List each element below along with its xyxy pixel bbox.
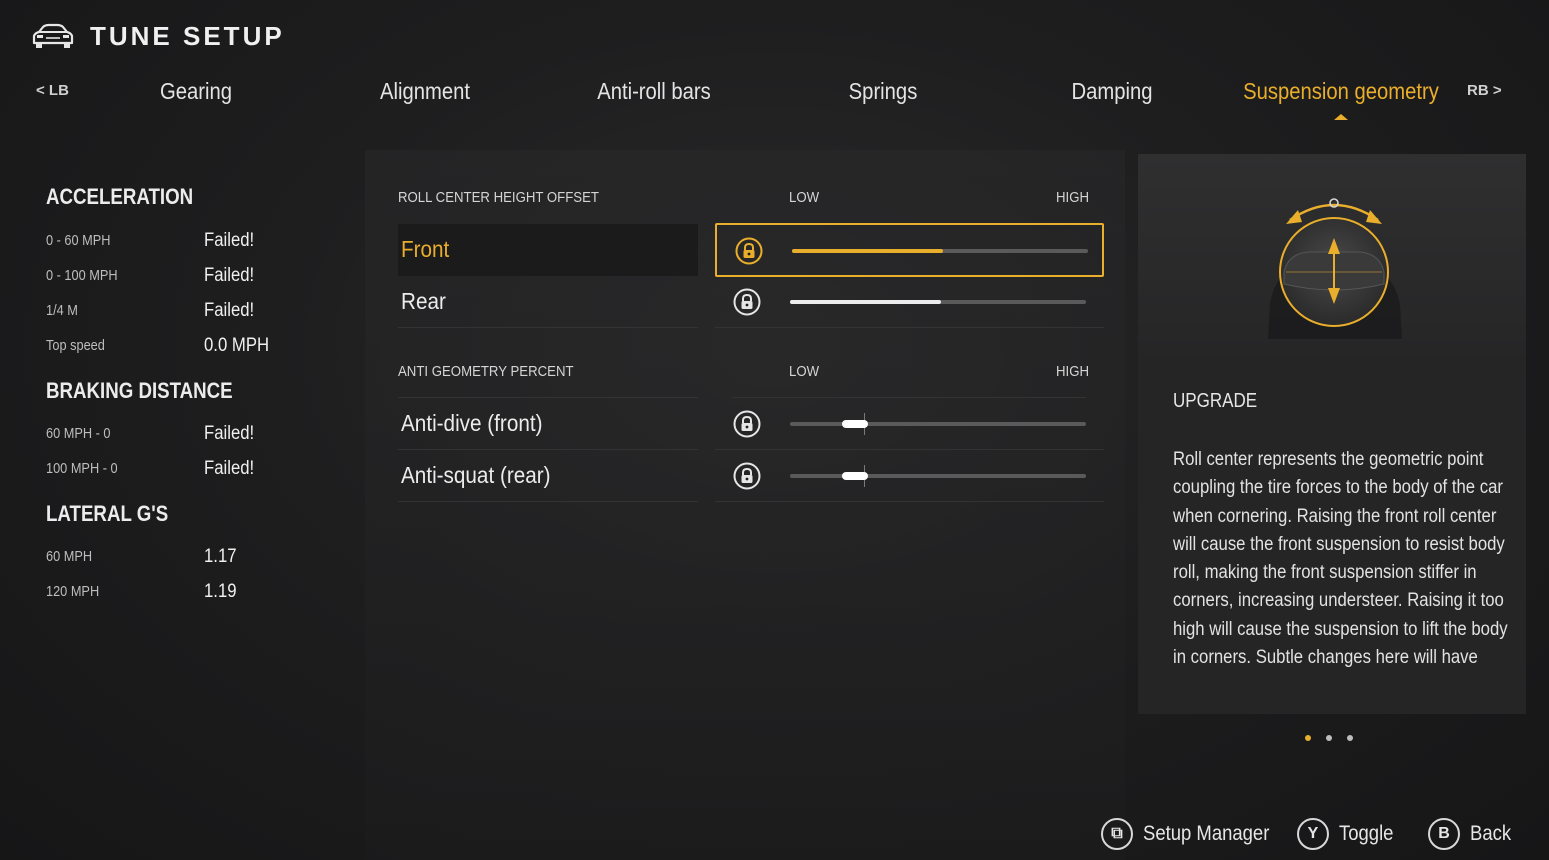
toggle-button[interactable]: Y Toggle <box>1297 817 1401 851</box>
tab-suspension-geometry[interactable]: Suspension geometry <box>1243 78 1439 105</box>
stat-value: Failed! <box>204 265 255 286</box>
stat-label: 0 - 100 MPH <box>46 267 118 284</box>
setup-manager-button[interactable]: ⧉ Setup Manager <box>1101 817 1287 851</box>
high-label: HIGH <box>1056 189 1089 206</box>
active-tab-indicator <box>1334 114 1348 120</box>
setting-name: Rear <box>401 288 446 314</box>
tab-damping[interactable]: Damping <box>1071 78 1152 105</box>
stat-label: 60 MPH - 0 <box>46 425 111 442</box>
page-dot[interactable] <box>1326 735 1332 741</box>
view-button-icon: ⧉ <box>1101 818 1133 850</box>
high-label: HIGH <box>1056 363 1089 380</box>
setting-name: Front <box>401 236 450 262</box>
slider-control[interactable] <box>715 223 1104 277</box>
slider-track[interactable] <box>790 413 1086 435</box>
setting-name: Anti-squat (rear) <box>401 462 551 488</box>
setting-row-rear[interactable]: Rear <box>398 276 1104 328</box>
button-label: Toggle <box>1339 822 1394 845</box>
tab-springs[interactable]: Springs <box>849 78 918 105</box>
slider-knob[interactable] <box>842 420 869 428</box>
info-description: Roll center represents the geometric poi… <box>1173 449 1508 669</box>
tab-anti-roll-bars[interactable]: Anti-roll bars <box>597 78 711 105</box>
tab-gearing[interactable]: Gearing <box>160 78 232 105</box>
slider-track[interactable] <box>790 465 1086 487</box>
stat-value: 1.17 <box>204 546 237 567</box>
page-dot[interactable] <box>1305 735 1311 741</box>
info-description-scroll[interactable]: Roll center represents the geometric poi… <box>1173 446 1513 682</box>
slider-control[interactable] <box>715 398 1104 450</box>
stat-value: Failed! <box>204 230 255 251</box>
page-title: TUNE SETUP <box>90 20 285 51</box>
lock-icon[interactable] <box>733 288 761 316</box>
lock-icon[interactable] <box>733 462 761 490</box>
tab-alignment[interactable]: Alignment <box>380 78 470 105</box>
lateral-heading: LATERAL G'S <box>46 501 169 526</box>
page-indicator <box>1305 735 1353 741</box>
back-button[interactable]: B Back <box>1428 817 1517 851</box>
braking-heading: BRAKING DISTANCE <box>46 378 233 403</box>
setting-name: Anti-dive (front) <box>401 410 543 436</box>
stat-label: 60 MPH <box>46 548 93 565</box>
slider-control[interactable] <box>715 450 1104 502</box>
stat-label: 0 - 60 MPH <box>46 232 111 249</box>
car-icon <box>32 23 74 48</box>
button-label: Setup Manager <box>1143 822 1270 845</box>
stat-value: Failed! <box>204 458 255 479</box>
lock-icon[interactable] <box>735 237 763 265</box>
tab-bar: < LB Gearing Alignment Anti-roll bars Sp… <box>0 70 1549 120</box>
stat-label: 100 MPH - 0 <box>46 460 118 477</box>
slider-control[interactable] <box>715 276 1104 328</box>
setting-row-anti-squat[interactable]: Anti-squat (rear) <box>398 450 1104 502</box>
lock-icon[interactable] <box>733 410 761 438</box>
page-header: TUNE SETUP <box>30 18 285 54</box>
slider-fill <box>792 249 943 253</box>
slider-track[interactable] <box>790 300 1086 304</box>
stat-value: Failed! <box>204 423 255 444</box>
slider-track[interactable] <box>792 249 1088 253</box>
acceleration-heading: ACCELERATION <box>46 184 194 209</box>
right-bumper-button[interactable]: RB > <box>1467 82 1502 99</box>
stat-value: 0.0 MPH <box>204 335 270 356</box>
info-panel: UPGRADE Roll center represents the geome… <box>1138 154 1526 714</box>
stat-label: 120 MPH <box>46 583 100 600</box>
low-label: LOW <box>789 189 820 206</box>
suspension-illustration <box>1138 154 1526 354</box>
setting-row-front[interactable]: Front <box>398 223 1104 277</box>
info-heading: UPGRADE <box>1173 390 1258 412</box>
low-label: LOW <box>789 363 820 380</box>
roll-center-diagram-icon <box>1268 198 1402 339</box>
y-button-icon: Y <box>1297 818 1329 850</box>
button-label: Back <box>1470 822 1512 845</box>
stat-value: Failed! <box>204 300 255 321</box>
slider-fill <box>790 300 941 304</box>
page-dot[interactable] <box>1347 735 1353 741</box>
roll-center-heading: ROLL CENTER HEIGHT OFFSET <box>398 189 599 206</box>
anti-geometry-heading: ANTI GEOMETRY PERCENT <box>398 363 574 380</box>
b-button-icon: B <box>1428 818 1460 850</box>
setting-row-anti-dive[interactable]: Anti-dive (front) <box>398 398 1104 450</box>
stat-label: Top speed <box>46 337 105 354</box>
slider-knob[interactable] <box>842 472 869 480</box>
stat-label: 1/4 M <box>46 302 78 319</box>
left-bumper-button[interactable]: < LB <box>36 82 69 99</box>
stat-value: 1.19 <box>204 581 237 602</box>
